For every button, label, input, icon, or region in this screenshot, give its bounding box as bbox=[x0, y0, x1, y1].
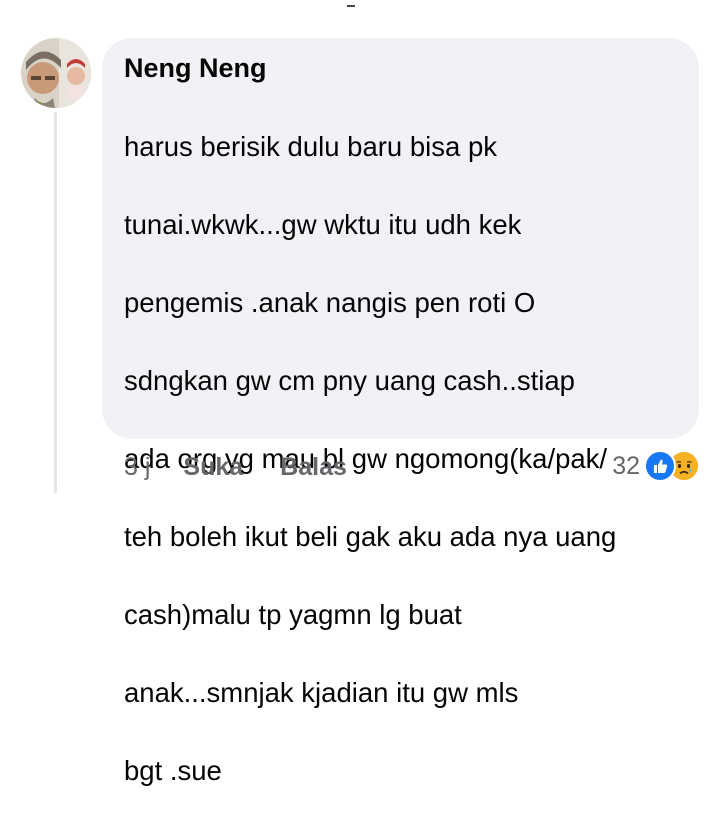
thread-line bbox=[54, 112, 57, 493]
comment-author[interactable]: Neng Neng bbox=[124, 51, 681, 85]
reaction-count: 32 bbox=[612, 451, 640, 480]
collapse-indicator bbox=[347, 5, 355, 7]
comment-line: tunai.wkwk...gw wktu itu udh kek bbox=[124, 209, 522, 240]
comment-actions: 3 j Suka Balas bbox=[124, 450, 347, 484]
avatar-image bbox=[21, 38, 91, 108]
comment-line: pengemis .anak nangis pen roti O bbox=[124, 287, 536, 318]
comment-timestamp[interactable]: 3 j bbox=[124, 453, 150, 482]
comment-line: teh boleh ikut beli gak aku ada nya uang bbox=[124, 521, 617, 552]
comment-line: sdngkan gw cm pny uang cash..stiap bbox=[124, 365, 575, 396]
reply-button[interactable]: Balas bbox=[280, 453, 347, 482]
comment-bubble: Neng Neng harus berisik dulu baru bisa p… bbox=[102, 38, 699, 786]
avatar[interactable] bbox=[21, 38, 91, 108]
like-icon bbox=[644, 450, 676, 482]
comment-line: cash)malu tp yagmn lg buat bbox=[124, 599, 462, 630]
like-button[interactable]: Suka bbox=[183, 453, 243, 482]
comment-line: harus berisik dulu baru bisa pk bbox=[124, 131, 497, 162]
reactions-summary[interactable]: 32 bbox=[612, 449, 700, 483]
comment-line: bgt .sue bbox=[124, 755, 222, 786]
comment-line: anak...smnjak kjadian itu gw mls bbox=[124, 677, 519, 708]
